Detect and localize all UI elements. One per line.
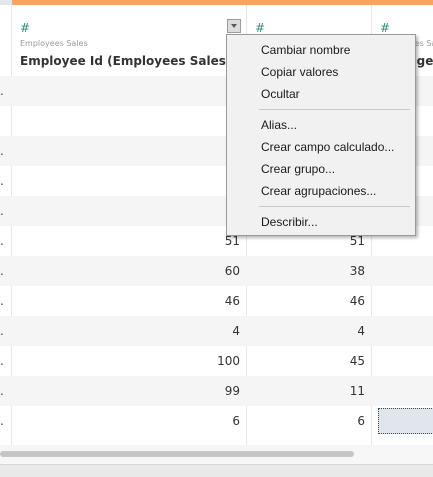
- table-cell[interactable]: 51: [12, 226, 247, 256]
- column-menu-button[interactable]: [227, 19, 241, 33]
- table-row: . 60 38: [0, 256, 433, 286]
- row-marker: .: [0, 294, 4, 308]
- table-cell[interactable]: 6: [247, 406, 372, 436]
- table-row: . 46 46: [0, 286, 433, 316]
- row-marker: .: [0, 264, 4, 278]
- table-cell[interactable]: [12, 76, 247, 106]
- table-cell[interactable]: 60: [12, 256, 247, 286]
- hash-icon: #: [380, 21, 391, 35]
- table-row: . 66: [0, 406, 433, 436]
- row-marker: .: [0, 84, 4, 98]
- row-marker: .: [0, 204, 4, 218]
- table-cell[interactable]: [12, 166, 247, 196]
- column-name-label: Employee Id (Employees Sales): [20, 54, 232, 68]
- column-source-label: Employees Sales: [20, 39, 88, 48]
- row-marker: .: [0, 414, 4, 428]
- status-bar: [0, 464, 433, 477]
- row-marker: .: [0, 174, 4, 188]
- row-header-corner: [0, 5, 11, 76]
- row-marker: [0, 106, 8, 136]
- table-cell[interactable]: 100: [12, 346, 247, 376]
- table-row: . 99 11: [0, 376, 433, 406]
- table-cell[interactable]: 4: [12, 316, 247, 346]
- horizontal-scrollbar-thumb[interactable]: [0, 451, 354, 457]
- table-row: . 44: [0, 316, 433, 346]
- table-cell[interactable]: [12, 136, 247, 166]
- row-marker: .: [0, 354, 4, 368]
- table-cell[interactable]: 11: [247, 376, 372, 406]
- row-marker: .: [0, 324, 4, 338]
- hash-icon: #: [255, 21, 266, 35]
- row-marker: .: [0, 384, 4, 398]
- selected-cell[interactable]: [378, 408, 433, 434]
- menu-item[interactable]: Copiar valores: [227, 61, 415, 83]
- table-cell[interactable]: [12, 196, 247, 226]
- table-row: . 100 45: [0, 346, 433, 376]
- row-marker: .: [0, 144, 4, 158]
- table-cell[interactable]: 4: [247, 316, 372, 346]
- column-context-menu: Cambiar nombre Copiar valores Ocultar Alias…: [226, 34, 416, 236]
- menu-item[interactable]: Alias...: [227, 114, 415, 136]
- menu-separator: [259, 109, 410, 110]
- menu-item[interactable]: Crear grupo...: [227, 158, 415, 180]
- table-cell[interactable]: [12, 106, 247, 136]
- menu-separator: [259, 206, 410, 207]
- chevron-down-icon: [231, 24, 237, 28]
- table-cell[interactable]: 45: [247, 346, 372, 376]
- menu-item[interactable]: Cambiar nombre: [227, 39, 415, 61]
- column-header[interactable]: # Employees Sales Employee Id (Employees S…: [12, 5, 246, 76]
- table-cell[interactable]: 46: [247, 286, 372, 316]
- menu-item[interactable]: Crear agrupaciones...: [227, 180, 415, 202]
- menu-item[interactable]: Crear campo calculado...: [227, 136, 415, 158]
- table-cell[interactable]: 99: [12, 376, 247, 406]
- table-cell[interactable]: 38: [247, 256, 372, 286]
- table-cell[interactable]: 46: [12, 286, 247, 316]
- menu-item[interactable]: Ocultar: [227, 83, 415, 105]
- menu-item[interactable]: Describir...: [227, 211, 415, 233]
- table-cell[interactable]: 6: [12, 406, 247, 436]
- hash-icon: #: [20, 21, 31, 35]
- row-marker: .: [0, 234, 4, 248]
